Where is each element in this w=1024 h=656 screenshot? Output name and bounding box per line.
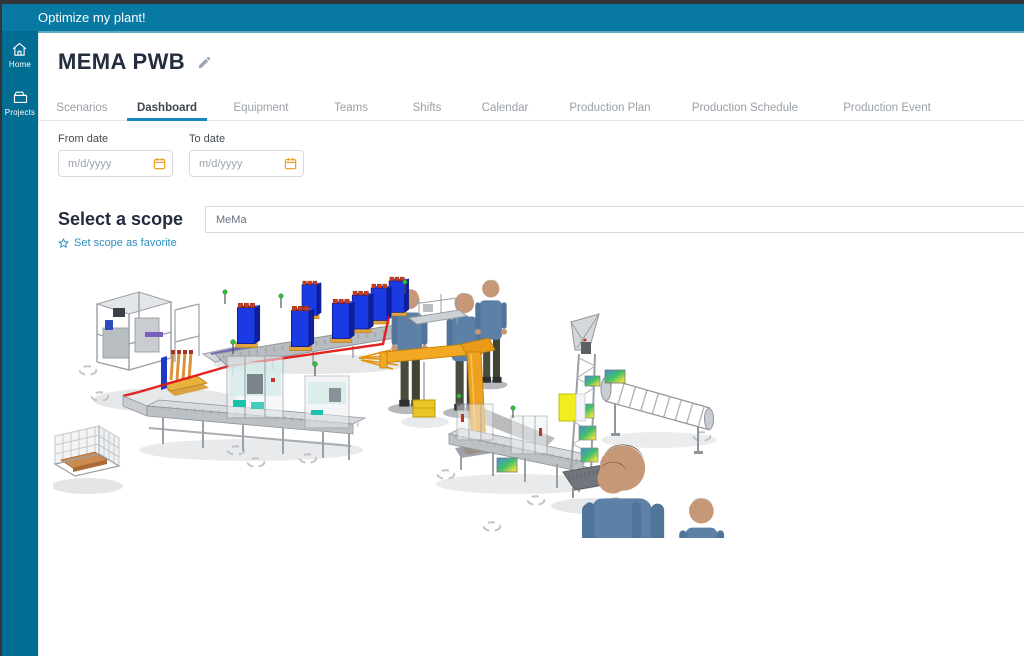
tab-calendar[interactable]: Calendar xyxy=(461,95,549,120)
from-date-field: From date xyxy=(58,133,173,177)
tab-production-plan[interactable]: Production Plan xyxy=(549,95,671,120)
star-icon xyxy=(58,238,69,249)
main-content: MEMA PWB Scenarios Dashboard Equipment T… xyxy=(38,33,1024,656)
edit-title-icon[interactable] xyxy=(197,55,212,70)
set-favorite-link[interactable]: Set scope as favorite xyxy=(58,237,177,249)
scope-row: Select a scope xyxy=(58,206,1024,233)
factory-scene-image xyxy=(53,258,733,538)
to-date-label: To date xyxy=(189,133,304,145)
from-date-input[interactable] xyxy=(58,150,173,177)
tab-production-schedule[interactable]: Production Schedule xyxy=(671,95,819,120)
sidebar-item-label: Projects xyxy=(5,108,36,117)
set-favorite-label: Set scope as favorite xyxy=(74,237,177,249)
sidebar-item-label: Home xyxy=(9,60,31,69)
sidebar-item-home[interactable]: Home xyxy=(9,41,31,69)
date-filters: From date To date xyxy=(58,133,304,177)
from-date-label: From date xyxy=(58,133,173,145)
to-date-field: To date xyxy=(189,133,304,177)
tab-shifts[interactable]: Shifts xyxy=(393,95,461,120)
app-window: Optimize my plant! Home Projects MEMA PW… xyxy=(0,0,1024,656)
tab-equipment[interactable]: Equipment xyxy=(213,95,309,120)
sidebar-item-projects[interactable]: Projects xyxy=(5,89,36,117)
sidebar: Home Projects xyxy=(2,31,38,656)
projects-icon xyxy=(12,89,29,106)
app-title: Optimize my plant! xyxy=(38,10,146,25)
to-date-input[interactable] xyxy=(189,150,304,177)
tab-production-event[interactable]: Production Event xyxy=(819,95,955,120)
page-title-row: MEMA PWB xyxy=(58,49,212,75)
tab-bar: Scenarios Dashboard Equipment Teams Shif… xyxy=(39,95,1024,121)
tab-teams[interactable]: Teams xyxy=(309,95,393,120)
home-icon xyxy=(11,41,28,58)
calendar-icon[interactable] xyxy=(284,157,297,170)
app-header: Optimize my plant! xyxy=(2,4,1024,31)
calendar-icon[interactable] xyxy=(153,157,166,170)
scope-input[interactable] xyxy=(205,206,1024,233)
tab-scenarios[interactable]: Scenarios xyxy=(43,95,121,120)
page-title: MEMA PWB xyxy=(58,49,185,75)
tab-dashboard[interactable]: Dashboard xyxy=(121,95,213,120)
